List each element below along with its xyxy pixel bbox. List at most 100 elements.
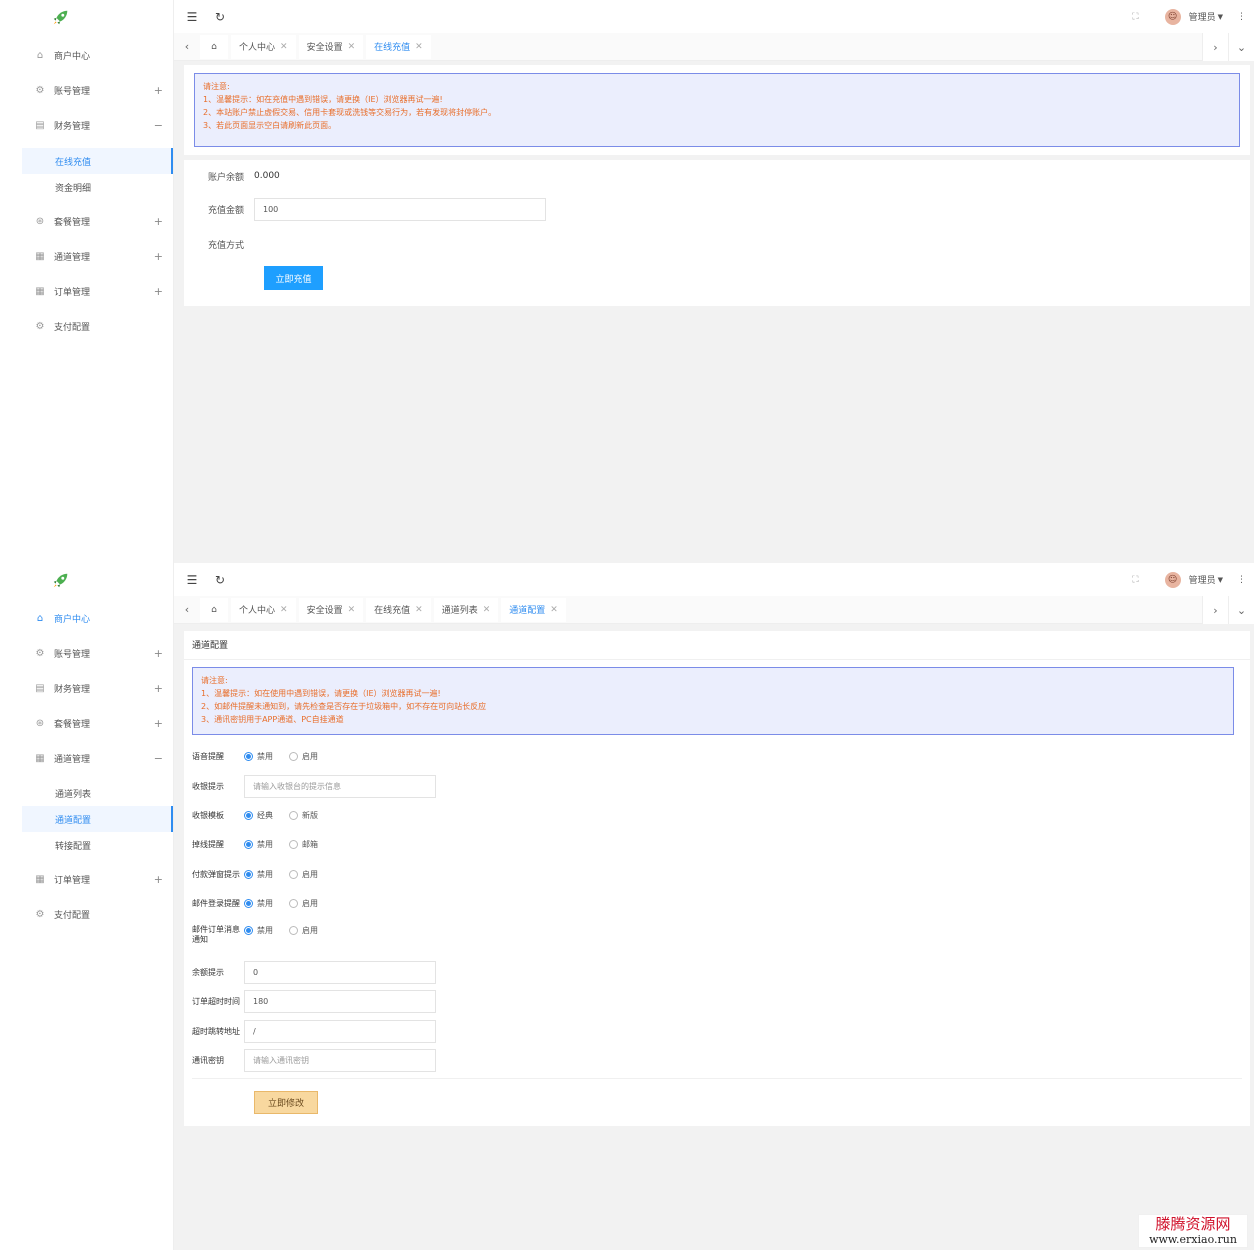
- order-icon: ▦: [35, 874, 45, 885]
- more-vertical-icon[interactable]: ⋮: [1237, 12, 1246, 22]
- more-vertical-icon[interactable]: ⋮: [1237, 575, 1246, 585]
- tab-security-settings[interactable]: 安全设置 ✕: [298, 597, 364, 622]
- sidebar-item-payment-config[interactable]: ⚙ 支付配置: [0, 897, 173, 932]
- timeout-input[interactable]: 180: [244, 990, 436, 1013]
- redirect-input[interactable]: /: [244, 1020, 436, 1043]
- close-icon[interactable]: ✕: [280, 42, 288, 52]
- popup-radio-enable[interactable]: 启用: [289, 869, 318, 880]
- popup-label: 付款弹窗提示: [192, 869, 240, 879]
- popup-radio-disable[interactable]: 禁用: [244, 869, 273, 880]
- close-icon[interactable]: ✕: [348, 605, 356, 615]
- save-button[interactable]: 立即修改: [254, 1091, 318, 1114]
- tab-personal-center[interactable]: 个人中心 ✕: [231, 597, 296, 622]
- sidebar-item-package[interactable]: ⊛ 套餐管理 +: [0, 204, 173, 239]
- tab-channel-list[interactable]: 通道列表 ✕: [433, 597, 499, 622]
- secret-input[interactable]: 请输入通讯密钥: [244, 1049, 436, 1072]
- tab-scroll-right-icon[interactable]: ›: [1202, 33, 1228, 61]
- settings-icon: ⚙: [35, 321, 45, 332]
- mail-order-radio-disable[interactable]: 禁用: [244, 925, 273, 936]
- watermark: 滕腾资源网 www.erxiao.run: [1138, 1214, 1248, 1248]
- tab-scroll-left-icon[interactable]: ‹: [174, 33, 200, 61]
- channel-icon: ▦: [35, 251, 45, 262]
- voice-radio-enable[interactable]: 启用: [289, 751, 318, 762]
- expand-icon: +: [153, 717, 163, 730]
- avatar[interactable]: ☺: [1164, 571, 1181, 588]
- balance-value: 0.000: [254, 171, 280, 181]
- balance-tip-input[interactable]: 0: [244, 961, 436, 984]
- chevron-down-icon[interactable]: ⌄: [1228, 33, 1254, 61]
- tab-home[interactable]: ⌂: [200, 34, 228, 59]
- caret-down-icon[interactable]: ▼: [1218, 13, 1223, 21]
- menu-fold-icon[interactable]: ☰: [178, 0, 206, 33]
- sidebar-item-merchant-center[interactable]: ⌂ 商户中心: [0, 38, 173, 73]
- chevron-down-icon[interactable]: ⌄: [1228, 596, 1254, 624]
- recharge-button[interactable]: 立即充值: [264, 266, 323, 290]
- cashier-tip-input[interactable]: 请输入收银台的提示信息: [244, 775, 436, 798]
- sidebar-item-account[interactable]: ⚙ 账号管理 +: [0, 73, 173, 108]
- sidebar-item-account[interactable]: ⚙ 账号管理 +: [0, 636, 173, 671]
- mail-order-radio-enable[interactable]: 启用: [289, 925, 318, 936]
- voice-radio-disable[interactable]: 禁用: [244, 751, 273, 762]
- fullscreen-icon[interactable]: ⛶: [1132, 575, 1138, 585]
- mail-login-radio-enable[interactable]: 启用: [289, 898, 318, 909]
- sidebar-subitem-online-recharge[interactable]: 在线充值: [22, 148, 173, 174]
- template-radio-new[interactable]: 新版: [289, 810, 318, 821]
- close-icon[interactable]: ✕: [415, 42, 423, 52]
- sidebar-item-order[interactable]: ▦ 订单管理 +: [0, 862, 173, 897]
- expand-icon: +: [153, 285, 163, 298]
- rocket-logo-icon: [53, 573, 68, 588]
- tab-personal-center[interactable]: 个人中心 ✕: [231, 34, 296, 59]
- close-icon[interactable]: ✕: [483, 605, 491, 615]
- notice-card: 请注意: 1、温馨提示：如在充值中遇到错误，请更换（IE）浏览器再试一遍! 2、…: [184, 65, 1250, 155]
- timeout-label: 订单超时时间: [192, 997, 240, 1006]
- fullscreen-icon[interactable]: ⛶: [1132, 12, 1138, 22]
- sidebar-item-merchant-center[interactable]: ⌂ 商户中心: [0, 601, 173, 636]
- close-icon[interactable]: ✕: [550, 605, 558, 615]
- mail-login-label: 邮件登录提醒: [192, 898, 240, 908]
- sidebar-item-finance[interactable]: ▤ 财务管理 −: [0, 108, 173, 143]
- tab-online-recharge[interactable]: 在线充值 ✕: [366, 34, 431, 59]
- caret-down-icon[interactable]: ▼: [1218, 576, 1223, 584]
- close-icon[interactable]: ✕: [348, 42, 356, 52]
- close-icon[interactable]: ✕: [415, 605, 423, 615]
- voice-label: 语音提醒: [192, 751, 224, 761]
- sidebar-item-finance[interactable]: ▤ 财务管理 +: [0, 671, 173, 706]
- logo[interactable]: [0, 0, 173, 34]
- tab-online-recharge[interactable]: 在线充值 ✕: [366, 597, 431, 622]
- user-menu[interactable]: 管理员: [1189, 573, 1216, 586]
- sidebar-subitem-fund-details[interactable]: 资金明细: [0, 174, 173, 200]
- user-menu[interactable]: 管理员: [1189, 10, 1216, 23]
- method-label: 充值方式: [207, 240, 244, 251]
- watermark-title: 滕腾资源网: [1155, 1215, 1231, 1233]
- top-bar: ☰ ↻ ⛶ ☺ 管理员 ▼ ⋮: [174, 563, 1254, 596]
- close-icon[interactable]: ✕: [280, 605, 288, 615]
- refresh-icon[interactable]: ↻: [206, 0, 234, 33]
- tab-home[interactable]: ⌂: [200, 597, 228, 622]
- order-icon: ▦: [35, 286, 45, 297]
- menu-fold-icon[interactable]: ☰: [178, 563, 206, 596]
- tab-security-settings[interactable]: 安全设置 ✕: [298, 34, 364, 59]
- channel-icon: ▦: [35, 753, 45, 764]
- tab-channel-config[interactable]: 通道配置 ✕: [501, 597, 566, 622]
- sidebar-item-payment-config[interactable]: ⚙ 支付配置: [0, 309, 173, 344]
- sidebar-subitem-channel-config[interactable]: 通道配置: [22, 806, 173, 832]
- amount-input[interactable]: 100: [254, 198, 546, 221]
- sidebar-item-channel[interactable]: ▦ 通道管理 −: [0, 741, 173, 776]
- sidebar-subitem-transfer-config[interactable]: 转接配置: [0, 832, 173, 858]
- recharge-form: 账户余额 0.000 充值金额 100 充值方式 立即充值: [184, 160, 1250, 306]
- sidebar-item-order[interactable]: ▦ 订单管理 +: [0, 274, 173, 309]
- refresh-icon[interactable]: ↻: [206, 563, 234, 596]
- template-label: 收银模板: [192, 810, 224, 820]
- mail-login-radio-disable[interactable]: 禁用: [244, 898, 273, 909]
- sidebar-item-package[interactable]: ⊛ 套餐管理 +: [0, 706, 173, 741]
- offline-radio-email[interactable]: 邮箱: [289, 839, 318, 850]
- sidebar-subitem-channel-list[interactable]: 通道列表: [0, 780, 173, 806]
- template-radio-classic[interactable]: 经典: [244, 810, 273, 821]
- sidebar-item-channel[interactable]: ▦ 通道管理 +: [0, 239, 173, 274]
- logo[interactable]: [0, 563, 173, 597]
- cashier-tip-label: 收银提示: [192, 782, 224, 791]
- offline-radio-disable[interactable]: 禁用: [244, 839, 273, 850]
- tab-scroll-right-icon[interactable]: ›: [1202, 596, 1228, 624]
- tab-scroll-left-icon[interactable]: ‹: [174, 596, 200, 624]
- avatar[interactable]: ☺: [1164, 8, 1181, 25]
